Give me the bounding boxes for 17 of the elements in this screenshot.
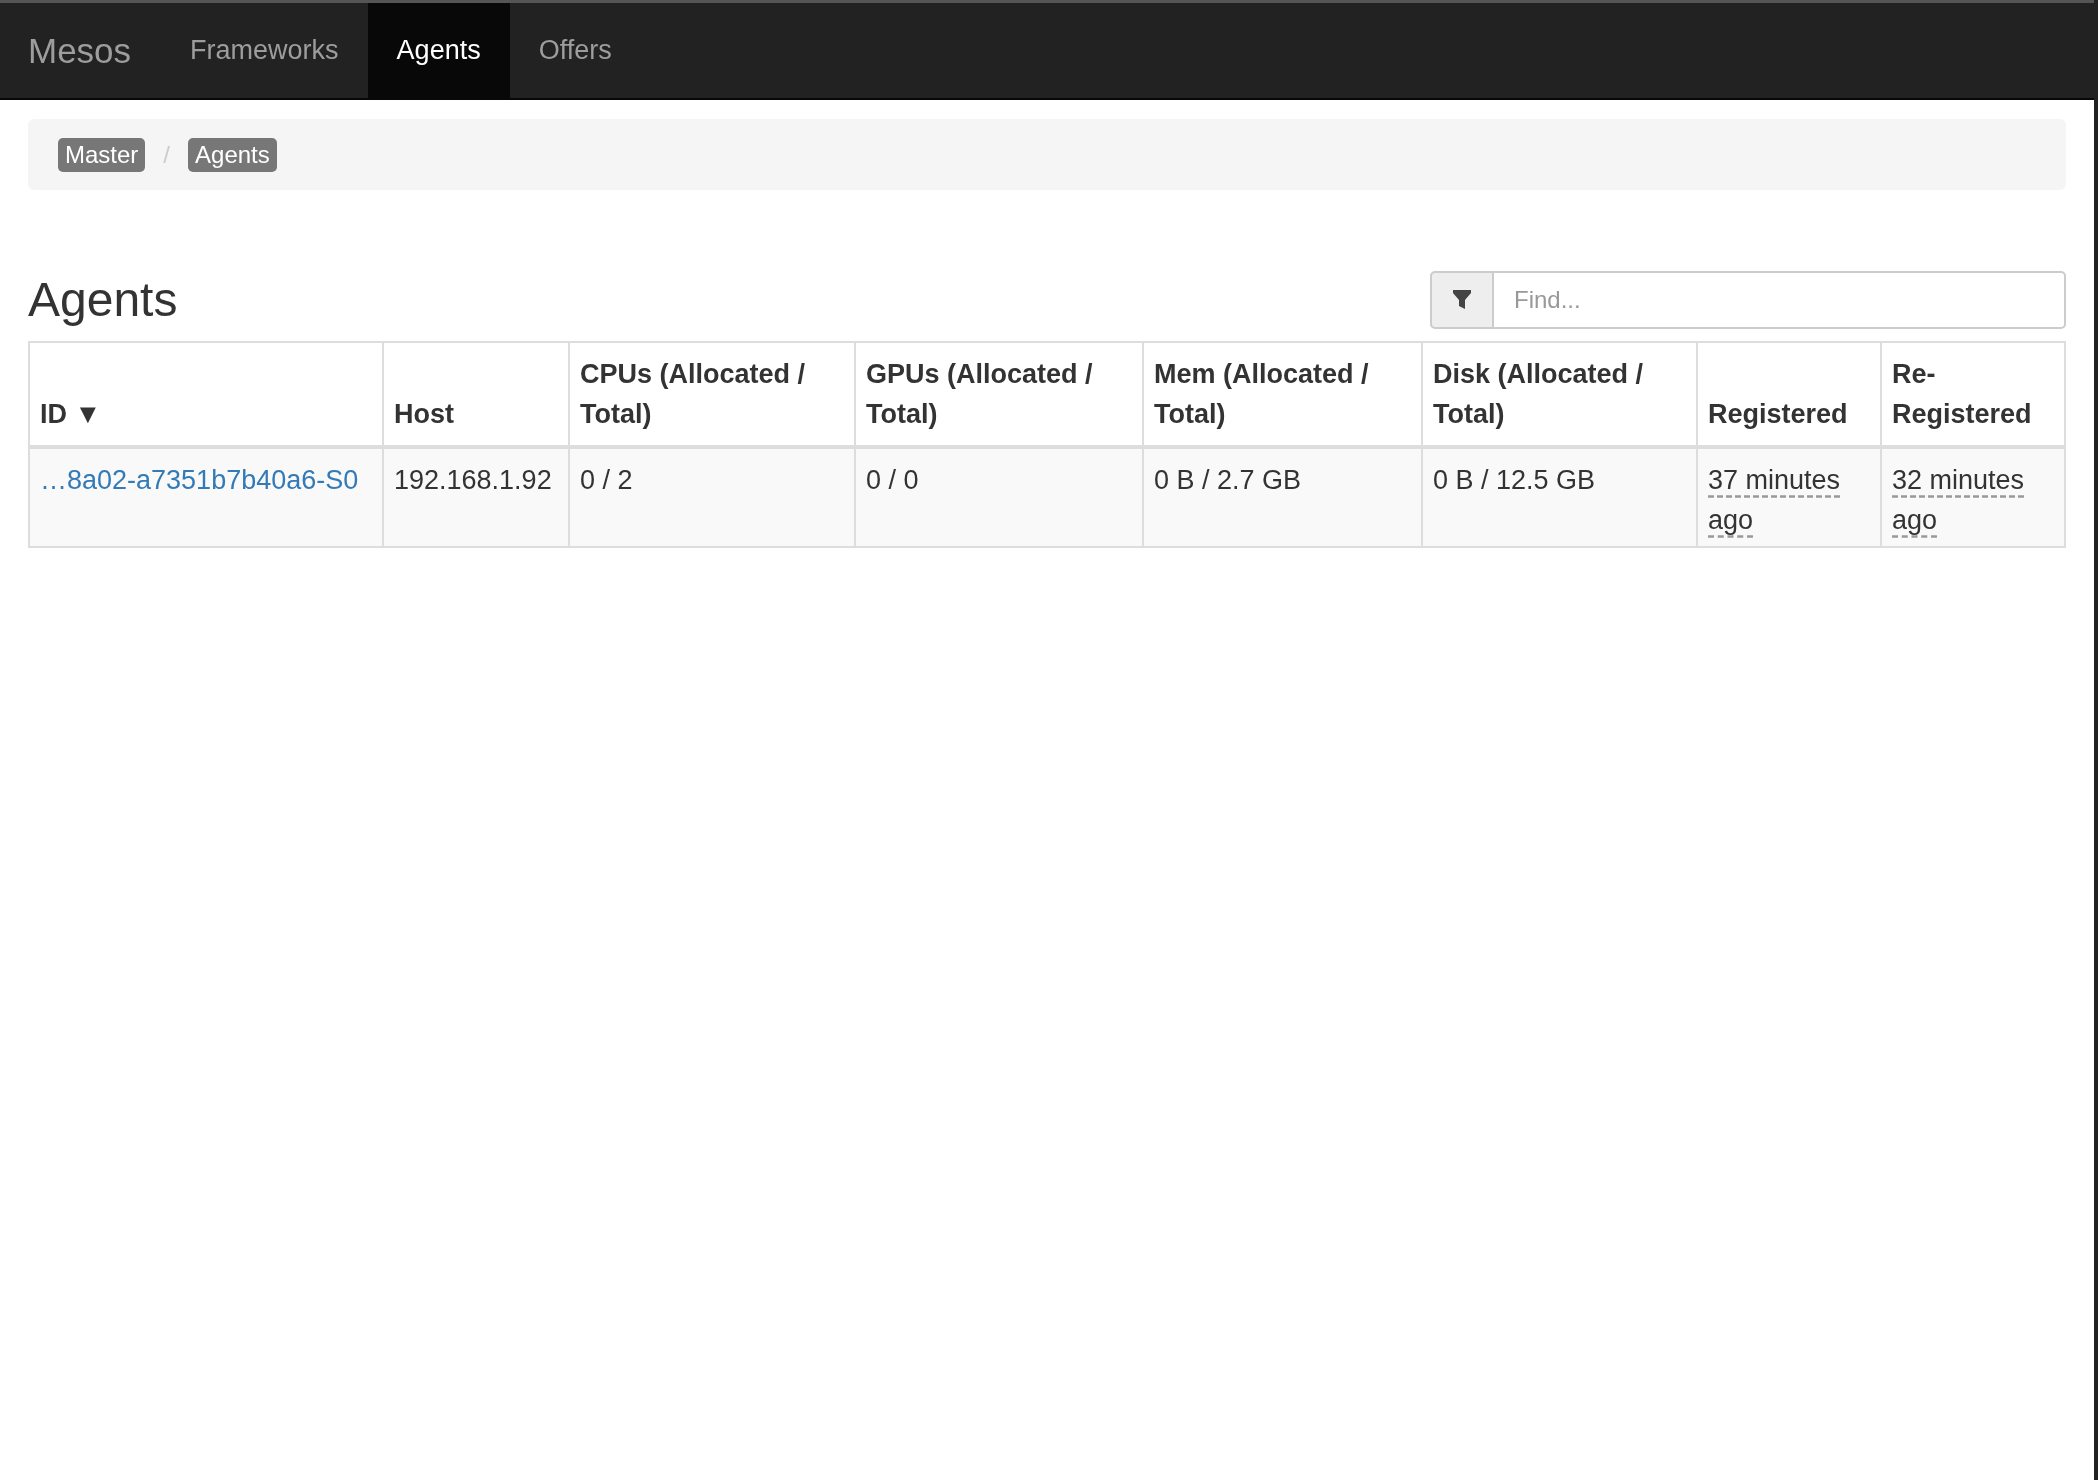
brand-logo-text[interactable]: Mesos: [28, 3, 162, 98]
table-cell: 0 B / 12.5 GB: [1422, 447, 1697, 547]
nav-tab[interactable]: Offers: [509, 3, 641, 98]
page-heading: Agents: [28, 274, 178, 327]
table-cell: 0 / 2: [569, 447, 855, 547]
table-cell: 0 B / 2.7 GB: [1143, 447, 1422, 547]
table-cell: 0 / 0: [855, 447, 1143, 547]
filter-field[interactable]: Find...: [1494, 271, 2066, 329]
relative-time: 32 minutes ago: [1892, 464, 2026, 537]
breadcrumb-link[interactable]: Agents: [188, 137, 277, 172]
breadcrumb-separator: /: [163, 140, 171, 169]
filter-icon: [1452, 289, 1472, 311]
table-cell: 192.168.1.92: [383, 447, 569, 547]
nav-tab[interactable]: Frameworks: [161, 3, 368, 98]
nav-tab[interactable]: Agents: [367, 3, 510, 98]
relative-time: 37 minutes ago: [1708, 464, 1842, 537]
breadcrumb-link[interactable]: Master: [58, 137, 146, 172]
